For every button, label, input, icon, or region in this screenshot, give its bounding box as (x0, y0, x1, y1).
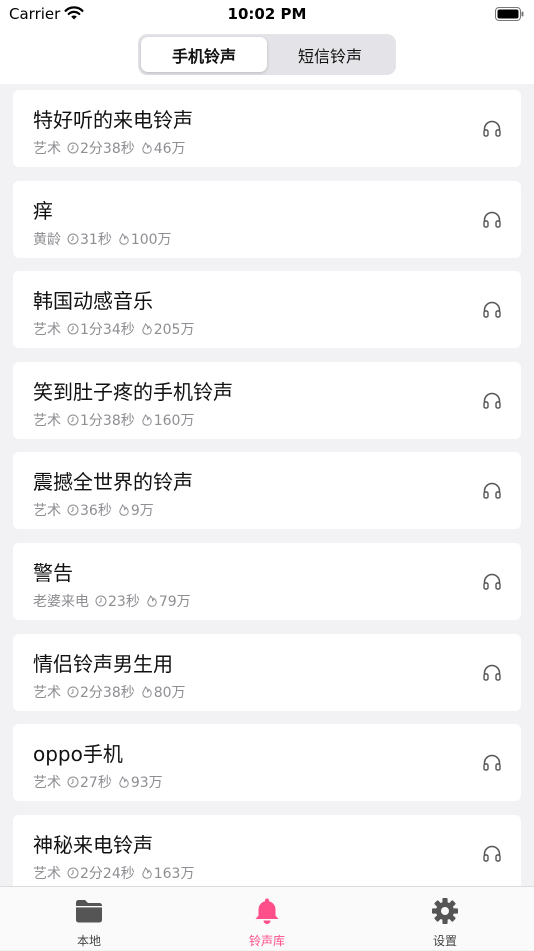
ringtone-meta: 老婆来电 23秒 79万 (33, 591, 191, 611)
ringtone-duration: 2分38秒 (80, 141, 135, 157)
ringtone-row[interactable]: 笑到肚子疼的手机铃声 艺术 1分38秒 160万 (13, 361, 521, 439)
ringtone-title: 警告 (33, 561, 73, 585)
folder-icon (76, 900, 102, 923)
ringtone-duration: 1分34秒 (80, 322, 135, 339)
ringtone-meta: 艺术 2分38秒 46万 (33, 138, 186, 158)
ringtone-title: 痒 (33, 198, 53, 223)
headphones-icon[interactable] (483, 120, 501, 137)
ringtone-meta: 艺术 1分38秒 160万 (33, 410, 194, 430)
tab-ringtone-library-label: 铃声库 (248, 934, 285, 948)
flame-icon (142, 413, 152, 426)
segment-sms-ringtones[interactable]: 短信铃声 (267, 37, 393, 72)
ringtone-plays: 9万 (130, 503, 154, 520)
clock-icon (67, 233, 79, 245)
tab-ringtone-library[interactable]: 铃声库 (178, 887, 356, 951)
ringtone-row[interactable]: 情侣铃声男生用 艺术 2分38秒 80万 (13, 633, 521, 711)
ringtone-meta: 艺术 1分34秒 205万 (33, 319, 194, 339)
headphones-icon[interactable] (483, 301, 501, 318)
clock-icon (67, 414, 79, 426)
ringtone-row[interactable]: 警告 老婆来电 23秒 79万 (13, 543, 521, 620)
clock-icon (67, 504, 79, 516)
ringtone-row[interactable]: 痒 黄龄 31秒 100万 (13, 180, 521, 258)
ringtone-title: 神秘来电铃声 (33, 832, 153, 857)
ringtone-row[interactable]: 神秘来电铃声 艺术 2分24秒 163万 (13, 814, 521, 886)
ringtone-meta: 黄龄 31秒 100万 (33, 229, 172, 249)
clock-icon (67, 323, 79, 335)
ringtone-row[interactable]: 震撼全世界的铃声 艺术 36秒 9万 (13, 452, 521, 530)
ringtone-plays: 46万 (153, 141, 186, 157)
ringtone-meta: 艺术 2分24秒 163万 (33, 863, 194, 883)
ringtone-meta: 艺术 36秒 9万 (33, 500, 154, 520)
ringtone-artist: 艺术 (33, 684, 61, 701)
bell-icon (255, 898, 279, 924)
ringtone-artist: 艺术 (33, 503, 61, 520)
ringtone-title: oppo手机 (33, 742, 123, 767)
clock-icon (67, 776, 79, 788)
clock-icon (95, 595, 107, 607)
tab-settings[interactable]: 设置 (356, 887, 534, 951)
ringtone-duration: 2分24秒 (80, 865, 135, 882)
clock-icon (67, 686, 79, 698)
battery-icon (495, 7, 524, 21)
ringtone-duration: 27秒 (80, 775, 112, 792)
ringtone-title: 韩国动感音乐 (33, 289, 153, 314)
ringtone-title: 震撼全世界的铃声 (33, 470, 193, 495)
ringtone-title: 特好听的来电铃声 (33, 108, 193, 132)
flame-icon (119, 232, 129, 245)
ringtone-duration: 2分38秒 (80, 684, 135, 701)
ringtone-title: 情侣铃声男生用 (33, 651, 173, 676)
ringtone-artist: 老婆来电 (33, 594, 89, 610)
ringtone-type-segmented-control: 手机铃声 短信铃声 (138, 34, 396, 75)
flame-icon (119, 504, 129, 517)
status-time: 10:02 PM (227, 5, 307, 23)
headphones-icon[interactable] (483, 573, 501, 590)
headphones-icon[interactable] (483, 482, 501, 500)
status-bar: Carrier 10:02 PM (0, 0, 534, 30)
header: Carrier 10:02 PM 手机铃声 短信铃声 (0, 0, 534, 84)
headphones-icon[interactable] (483, 664, 501, 681)
tab-local[interactable]: 本地 (0, 887, 178, 951)
headphones-icon[interactable] (483, 211, 501, 228)
flame-icon (142, 685, 152, 698)
flame-icon (119, 776, 129, 788)
ringtone-artist: 艺术 (33, 775, 61, 792)
ringtone-artist: 艺术 (33, 322, 61, 339)
headphones-icon[interactable] (483, 392, 501, 409)
ringtone-duration: 23秒 (108, 594, 140, 610)
flame-icon (142, 866, 152, 879)
ringtone-plays: 93万 (130, 775, 163, 792)
ringtone-row[interactable]: 特好听的来电铃声 艺术 2分38秒 46万 (13, 90, 521, 167)
headphones-icon[interactable] (483, 845, 501, 862)
segment-phone-ringtones[interactable]: 手机铃声 (141, 37, 267, 72)
ringtone-list[interactable]: 特好听的来电铃声 艺术 2分38秒 46万 痒 黄龄 31秒 100万 韩国动感… (0, 84, 534, 886)
flame-icon (142, 323, 152, 335)
ringtone-meta: 艺术 27秒 93万 (33, 772, 163, 792)
ringtone-title: 笑到肚子疼的手机铃声 (33, 379, 233, 404)
ringtone-artist: 艺术 (33, 412, 61, 429)
ringtone-plays: 100万 (130, 231, 172, 248)
ringtone-row[interactable]: 韩国动感音乐 艺术 1分34秒 205万 (13, 271, 521, 349)
ringtone-plays: 80万 (153, 684, 186, 701)
ringtone-plays: 205万 (153, 322, 195, 339)
tab-bar: 本地 铃声库 设置 (0, 886, 534, 950)
ringtone-artist: 黄龄 (33, 231, 61, 248)
gear-icon (432, 898, 458, 924)
ringtone-duration: 31秒 (80, 231, 112, 248)
flame-icon (147, 595, 157, 607)
clock-icon (67, 867, 79, 879)
ringtone-artist: 艺术 (33, 865, 61, 882)
ringtone-artist: 艺术 (33, 141, 61, 157)
ringtone-row[interactable]: oppo手机 艺术 27秒 93万 (13, 724, 521, 802)
headphones-icon[interactable] (483, 754, 501, 771)
flame-icon (142, 142, 152, 154)
tab-local-label: 本地 (76, 934, 101, 948)
ringtone-meta: 艺术 2分38秒 80万 (33, 682, 186, 702)
tab-settings-label: 设置 (432, 934, 457, 948)
clock-icon (67, 142, 79, 154)
ringtone-plays: 79万 (158, 594, 191, 610)
ringtone-duration: 36秒 (80, 503, 112, 520)
ringtone-plays: 163万 (153, 865, 195, 882)
ringtone-duration: 1分38秒 (80, 412, 135, 429)
ringtone-plays: 160万 (153, 412, 195, 429)
